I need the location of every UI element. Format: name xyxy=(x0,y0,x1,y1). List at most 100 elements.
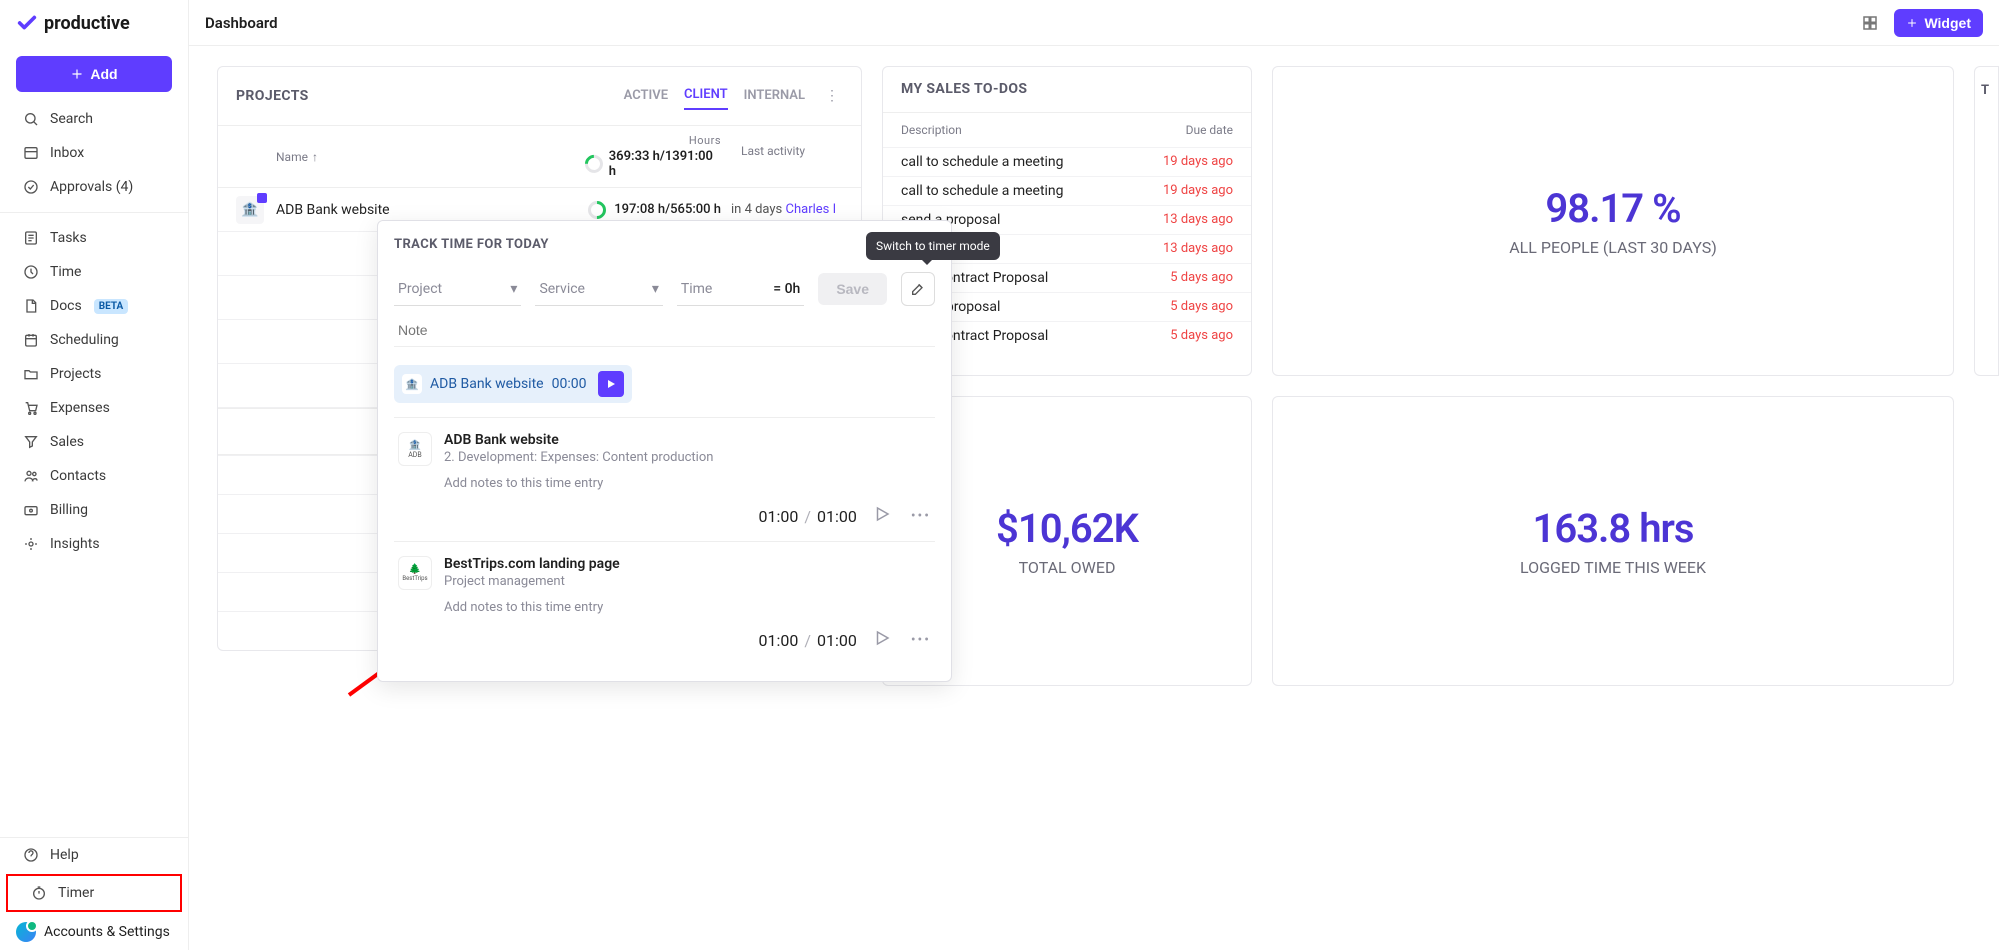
chevron-down-icon: ▾ xyxy=(510,281,517,297)
entry-notes-input[interactable]: Add notes to this time entry xyxy=(444,600,931,615)
note-input[interactable] xyxy=(394,314,935,347)
time-input[interactable]: Time= 0h xyxy=(677,273,804,306)
play-button[interactable] xyxy=(598,371,624,397)
sidebar-item-inbox[interactable]: Inbox xyxy=(0,136,188,170)
sidebar-label: Insights xyxy=(50,536,100,552)
sidebar-label: Timer xyxy=(58,885,94,901)
folder-icon xyxy=(22,365,40,383)
project-select[interactable]: Project▾ xyxy=(394,273,521,306)
project-name: ADB Bank website xyxy=(276,202,575,218)
save-button[interactable]: Save xyxy=(818,273,887,305)
funnel-icon xyxy=(22,433,40,451)
tab-client[interactable]: CLIENT xyxy=(684,81,728,110)
sidebar-label: Inbox xyxy=(50,145,84,161)
play-icon xyxy=(873,629,891,647)
widget-label: Widget xyxy=(1924,15,1971,31)
running-timer-chip[interactable]: 🏦 ADB Bank website 00:00 xyxy=(394,365,632,403)
project-icon: 🌲BestTrips xyxy=(398,556,432,590)
service-select[interactable]: Service▾ xyxy=(535,273,662,306)
sidebar-label: Sales xyxy=(50,434,84,450)
people-icon xyxy=(22,467,40,485)
sidebar-item-time[interactable]: Time xyxy=(0,255,188,289)
tab-internal[interactable]: INTERNAL xyxy=(744,82,805,109)
activity-text: in 4 days xyxy=(731,202,782,217)
kpi-label: ALL PEOPLE (LAST 30 DAYS) xyxy=(1509,238,1717,257)
projects-menu[interactable]: ⋮ xyxy=(821,84,843,108)
col-description: Description xyxy=(901,123,962,137)
sidebar-label: Projects xyxy=(50,366,101,382)
todo-row[interactable]: call to schedule a meeting19 days ago xyxy=(883,176,1251,205)
sidebar-item-tasks[interactable]: Tasks xyxy=(0,221,188,255)
kpi-value: 98.17 % xyxy=(1545,185,1680,232)
time-entry: 🌲BestTrips BestTrips.com landing page Pr… xyxy=(394,541,935,665)
tooltip: Switch to timer mode xyxy=(866,232,1000,260)
kpi-utilization: 98.17 % ALL PEOPLE (LAST 30 DAYS) xyxy=(1272,66,1954,376)
sidebar-label: Accounts & Settings xyxy=(44,924,170,940)
time-icon xyxy=(22,263,40,281)
sidebar-item-insights[interactable]: Insights xyxy=(0,527,188,561)
activity-user[interactable]: Charles I xyxy=(786,202,837,217)
page-title: Dashboard xyxy=(205,14,278,32)
kpi-logged: 163.8 hrs LOGGED TIME THIS WEEK xyxy=(1272,396,1954,686)
logo: productive xyxy=(0,0,188,46)
sidebar-item-docs[interactable]: DocsBETA xyxy=(0,289,188,323)
add-widget-button[interactable]: Widget xyxy=(1894,9,1983,37)
sidebar: productive Add Search Inbox Approvals (4… xyxy=(0,0,189,950)
entry-menu[interactable]: ••• xyxy=(911,632,931,648)
col-activity: Last activity xyxy=(731,126,861,187)
time-tracking-popup: TRACK TIME FOR TODAY Project▾ Service▾ T… xyxy=(377,220,952,682)
edit-icon xyxy=(910,281,926,297)
project-hours: 197:08 h/565:00 h xyxy=(614,202,721,217)
sidebar-item-timer[interactable]: Timer xyxy=(6,874,182,912)
todos-title: MY SALES TO-DOS xyxy=(901,81,1027,97)
entry-menu[interactable]: ••• xyxy=(911,508,931,524)
sidebar-label: Expenses xyxy=(50,400,110,416)
kpi-value: 163.8 hrs xyxy=(1533,505,1694,552)
timer-icon xyxy=(30,884,48,902)
sidebar-item-approvals[interactable]: Approvals (4) xyxy=(0,170,188,204)
play-icon xyxy=(873,505,891,523)
sort-up-icon: ↑ xyxy=(312,150,318,164)
docs-icon xyxy=(22,297,40,315)
sidebar-item-help[interactable]: Help xyxy=(0,838,188,872)
entry-title: BestTrips.com landing page xyxy=(444,556,620,572)
sidebar-label: Contacts xyxy=(50,468,106,484)
cart-icon xyxy=(22,399,40,417)
sidebar-label: Time xyxy=(50,264,81,280)
tasks-icon xyxy=(22,229,40,247)
entry-sub: Project management xyxy=(444,574,620,589)
sidebar-item-account[interactable]: Accounts & Settings xyxy=(0,914,188,950)
project-icon: 🏦 xyxy=(402,374,422,394)
todo-row[interactable]: call to schedule a meeting19 days ago xyxy=(883,147,1251,176)
col-name[interactable]: Name↑ xyxy=(218,126,575,187)
time-eq: = 0h xyxy=(773,281,800,297)
sidebar-item-expenses[interactable]: Expenses xyxy=(0,391,188,425)
popup-title: TRACK TIME FOR TODAY xyxy=(394,237,935,252)
sidebar-item-sales[interactable]: Sales xyxy=(0,425,188,459)
topbar: Dashboard Widget xyxy=(189,0,1999,46)
layout-grid-button[interactable] xyxy=(1858,11,1882,35)
logo-icon xyxy=(16,12,38,34)
sidebar-item-projects[interactable]: Projects xyxy=(0,357,188,391)
progress-ring-icon xyxy=(581,151,606,176)
sidebar-item-scheduling[interactable]: Scheduling xyxy=(0,323,188,357)
sidebar-item-search[interactable]: Search xyxy=(0,102,188,136)
sidebar-item-contacts[interactable]: Contacts xyxy=(0,459,188,493)
chip-project: ADB Bank website xyxy=(430,376,544,392)
play-button[interactable] xyxy=(873,629,895,651)
search-icon xyxy=(22,110,40,128)
beta-badge: BETA xyxy=(94,299,129,314)
entry-sub: 2. Development: Expenses: Content produc… xyxy=(444,450,713,465)
add-button[interactable]: Add xyxy=(16,56,172,92)
play-button[interactable] xyxy=(873,505,895,527)
help-icon xyxy=(22,846,40,864)
entry-notes-input[interactable]: Add notes to this time entry xyxy=(444,476,931,491)
timer-mode-button[interactable] xyxy=(901,272,935,306)
sidebar-label: Tasks xyxy=(50,230,87,246)
sidebar-item-billing[interactable]: Billing xyxy=(0,493,188,527)
lock-icon xyxy=(257,193,267,203)
time-entry: 🏦ADB ADB Bank website 2. Development: Ex… xyxy=(394,417,935,541)
progress-ring-icon xyxy=(585,197,610,222)
tab-active[interactable]: ACTIVE xyxy=(624,82,668,109)
avatar xyxy=(16,922,36,942)
